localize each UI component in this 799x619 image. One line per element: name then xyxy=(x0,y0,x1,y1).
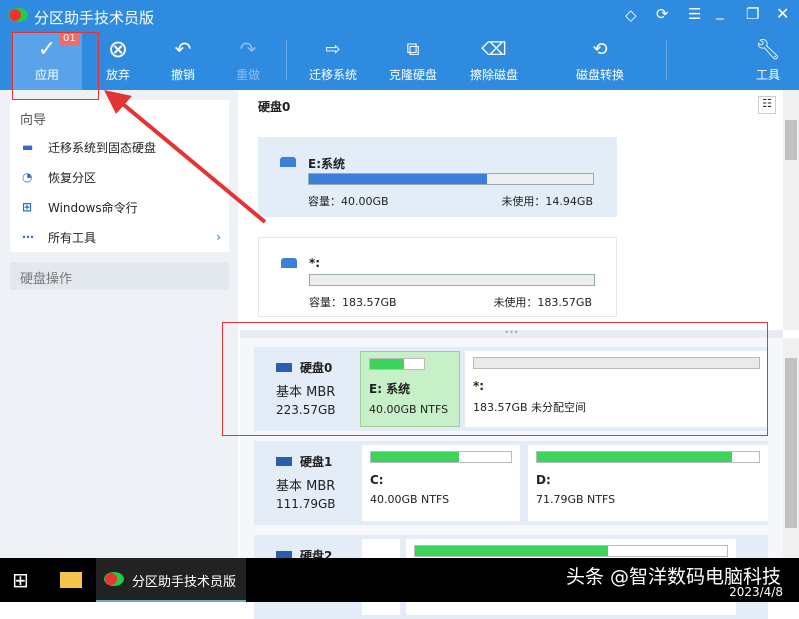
app-logo-icon xyxy=(104,572,124,586)
annotation-arrow xyxy=(104,90,267,224)
clock-date: 2023/4/8 xyxy=(729,585,783,599)
taskbar: ⊞ 分区助手技术员版 头条 @智洋数码电脑科技 2023/4/8 xyxy=(0,558,799,602)
taskbar-app-button[interactable]: 分区助手技术员版 xyxy=(96,558,246,602)
taskbar-app-label: 分区助手技术员版 xyxy=(132,575,237,590)
file-explorer-icon[interactable] xyxy=(60,572,82,588)
windows-start-icon[interactable]: ⊞ xyxy=(12,568,29,592)
